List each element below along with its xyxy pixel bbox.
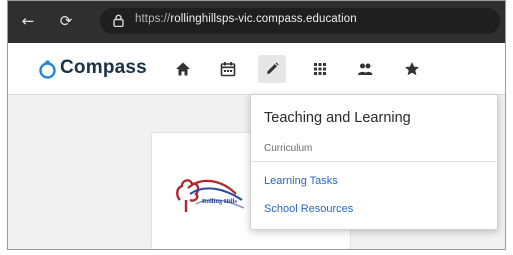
menu-section-label: Curriculum — [264, 143, 313, 154]
learning-tasks-link[interactable]: Learning Tasks — [264, 175, 338, 187]
compass-logo-icon[interactable] — [38, 60, 57, 79]
back-arrow-icon[interactable]: ← — [17, 10, 39, 32]
url-prefix: https:// — [135, 13, 171, 25]
menu-title: Teaching and Learning — [264, 110, 411, 126]
brand-name[interactable]: Compass — [60, 57, 147, 79]
browser-toolbar: ← ⟳ https://rollinghillsps-vic.compass.e… — [8, 1, 505, 43]
menu-divider — [251, 161, 497, 162]
url-text: https://rollinghillsps-vic.compass.educa… — [135, 13, 357, 25]
lock-icon — [113, 14, 124, 27]
url-host: rollinghillsps-vic.compass.education — [170, 13, 357, 25]
address-bar[interactable]: https://rollinghillsps-vic.compass.educa… — [100, 8, 500, 34]
app-header: Compass — [8, 43, 505, 95]
teaching-learning-menu: Teaching and Learning Curriculum Learnin… — [250, 94, 498, 230]
home-icon[interactable] — [171, 57, 195, 81]
star-icon[interactable] — [400, 57, 424, 81]
calendar-icon[interactable] — [216, 57, 240, 81]
school-logo: Rolling Hills — [176, 179, 245, 212]
pencil-icon[interactable] — [258, 55, 286, 83]
grid-icon[interactable] — [308, 57, 332, 81]
browser-window: ← ⟳ https://rollinghillsps-vic.compass.e… — [7, 0, 506, 250]
reload-icon[interactable]: ⟳ — [55, 10, 77, 32]
school-logo-text: Rolling Hills — [202, 198, 237, 205]
people-icon[interactable] — [353, 57, 377, 81]
school-resources-link[interactable]: School Resources — [264, 203, 353, 215]
